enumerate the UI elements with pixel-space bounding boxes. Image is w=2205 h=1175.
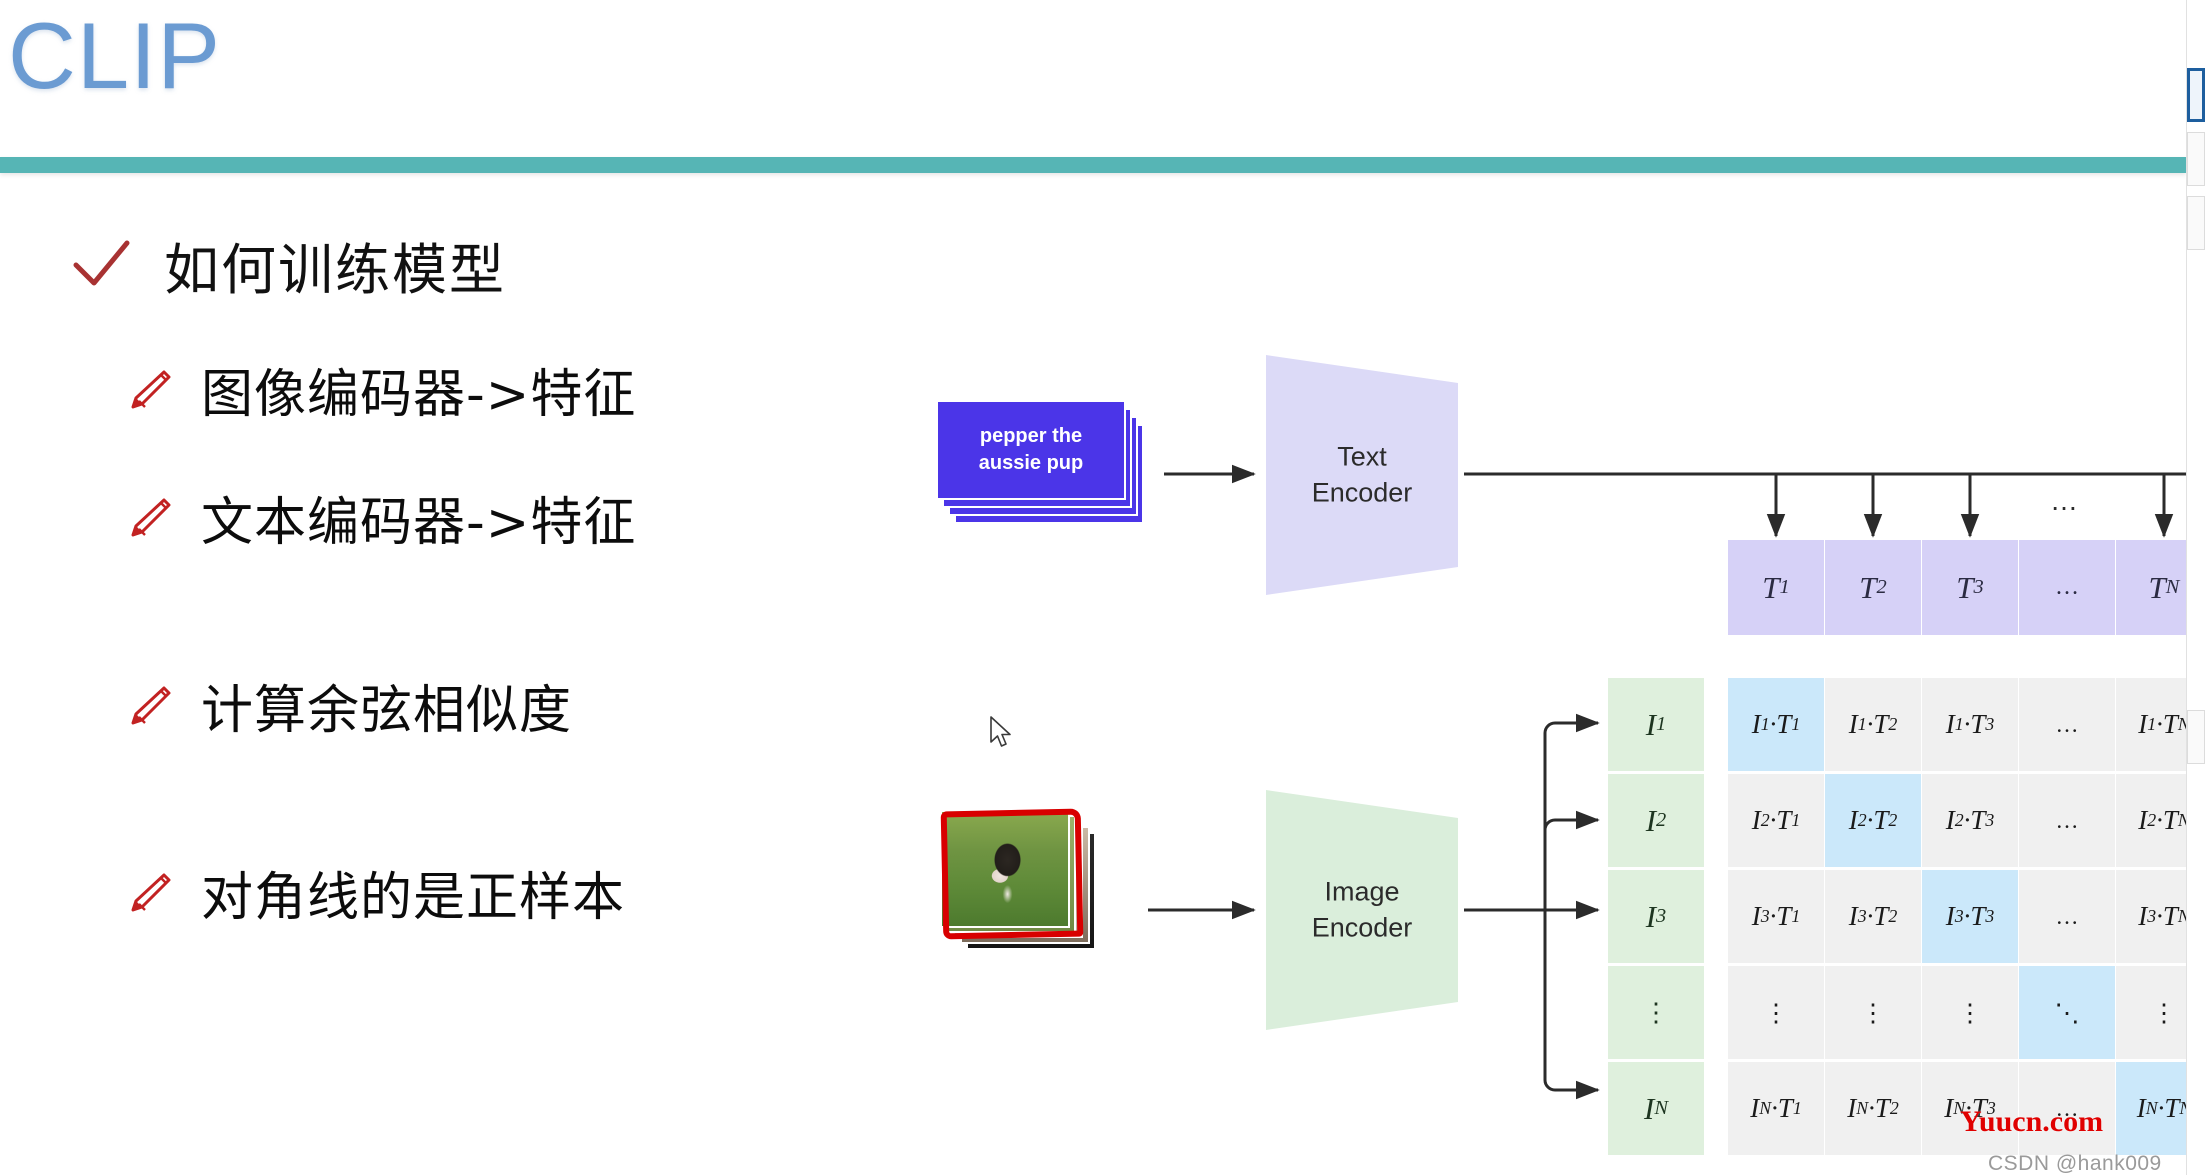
matrix-cell-1-dots: … [2019, 678, 2115, 771]
top-ellipsis: … [2050, 485, 2078, 516]
matrix-cell-3-2: I 3 ·T 2 [1825, 870, 1921, 963]
image-feature-cell-3: I3 [1608, 870, 1704, 963]
text-feature-cell-3: T3 [1922, 540, 2018, 635]
slide-canvas: CLIP 如何训练模型 图像编码器->特征 文本编码器->特征 计算余弦相似度 … [0, 0, 2205, 1175]
matrix-cell-3-3: I 3 ·T 3 [1922, 870, 2018, 963]
matrix-cell-2-3: I 2 ·T 3 [1922, 774, 2018, 867]
thumbnail-item-4[interactable] [2187, 710, 2205, 764]
matrix-cell-4-diag: ⋱ [2019, 966, 2115, 1059]
author-watermark: CSDN @hank009 [1988, 1152, 2162, 1175]
thumbnail-item-2[interactable] [2187, 132, 2205, 186]
matrix-cell-4-1: ⋮ [1728, 966, 1824, 1059]
matrix-cell-1-3: I 1 ·T 3 [1922, 678, 2018, 771]
image-feature-cell-2: I2 [1608, 774, 1704, 867]
matrix-cell-4-2: ⋮ [1825, 966, 1921, 1059]
matrix-cell-1-1: I 1 ·T 1 [1728, 678, 1824, 771]
thumbnail-item-selected[interactable] [2187, 68, 2205, 122]
site-watermark: Yuucn.com [1960, 1105, 2104, 1138]
matrix-cell-n-1: I N ·T 1 [1728, 1062, 1824, 1155]
matrix-cell-1-2: I 1 ·T 2 [1825, 678, 1921, 771]
matrix-cell-4-3: ⋮ [1922, 966, 2018, 1059]
mouse-cursor [990, 716, 1011, 747]
thumbnail-item-3[interactable] [2187, 196, 2205, 250]
text-feature-cell-2: T2 [1825, 540, 1921, 635]
matrix-cell-n-2: I N ·T 2 [1825, 1062, 1921, 1155]
matrix-cell-2-2: I 2 ·T 2 [1825, 774, 1921, 867]
matrix-cell-3-dots: … [2019, 870, 2115, 963]
text-feature-cell-ellipsis: … [2019, 540, 2115, 635]
matrix-cell-2-1: I 2 ·T 1 [1728, 774, 1824, 867]
image-feature-cell-n: IN [1608, 1062, 1704, 1155]
text-feature-cell-1: T1 [1728, 540, 1824, 635]
image-feature-cell-ellipsis: ⋮ [1608, 966, 1704, 1059]
matrix-cell-2-dots: … [2019, 774, 2115, 867]
matrix-cell-3-1: I 3 ·T 1 [1728, 870, 1824, 963]
image-feature-cell-1: I1 [1608, 678, 1704, 771]
